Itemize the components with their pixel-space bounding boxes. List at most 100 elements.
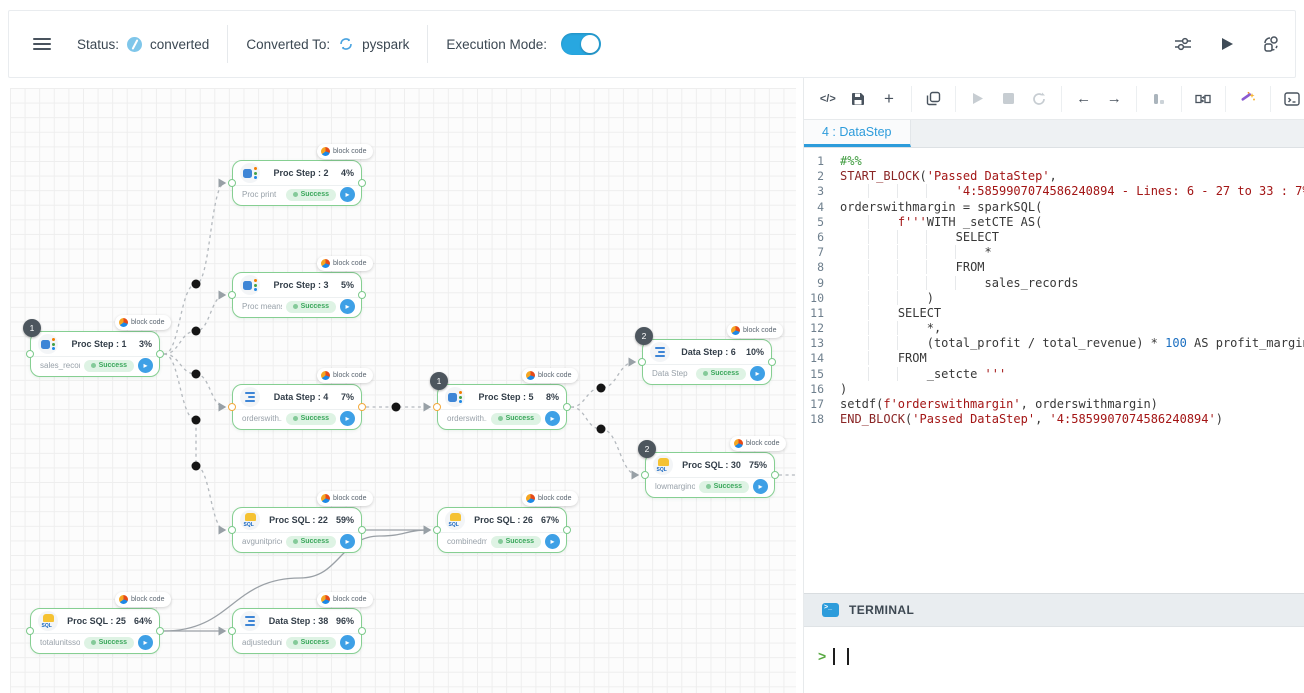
divider xyxy=(1061,86,1062,112)
edge xyxy=(571,407,638,475)
node-action-button[interactable]: ▸ xyxy=(138,358,153,373)
block-code-badge[interactable]: block code xyxy=(317,256,373,271)
node-port-left[interactable] xyxy=(228,291,236,299)
status-badge: Success xyxy=(84,637,134,649)
node-port-right[interactable] xyxy=(563,526,571,534)
graph-node[interactable]: block code Data Step : 6 10% Data Step S… xyxy=(642,339,772,385)
node-port-right[interactable] xyxy=(156,627,164,635)
node-port-right[interactable] xyxy=(156,350,164,358)
block-code-badge[interactable]: block code xyxy=(522,491,578,506)
node-port-right[interactable] xyxy=(563,403,571,411)
terminal-cursor xyxy=(847,648,849,665)
block-code-badge[interactable]: block code xyxy=(317,592,373,607)
execution-mode-toggle[interactable] xyxy=(561,33,601,55)
refresh-icon[interactable] xyxy=(1027,86,1051,112)
converted-to-value: pyspark xyxy=(362,37,409,52)
compare-icon[interactable] xyxy=(1191,86,1215,112)
node-port-right[interactable] xyxy=(358,291,366,299)
panel-icon[interactable] xyxy=(1280,86,1304,112)
graph-node[interactable]: block code Proc Step : 2 4% Proc print S… xyxy=(232,160,362,206)
node-port-right[interactable] xyxy=(358,179,366,187)
block-code-badge[interactable]: block code xyxy=(115,592,171,607)
block-code-badge[interactable]: block code xyxy=(317,491,373,506)
node-port-left[interactable] xyxy=(433,403,441,411)
forward-arrow-icon[interactable]: → xyxy=(1102,86,1126,112)
graph-node[interactable]: block code Data Step : 4 7% orderswith..… xyxy=(232,384,362,430)
status-badge: Success xyxy=(286,301,336,313)
node-type-icon xyxy=(240,387,260,407)
node-action-button[interactable]: ▸ xyxy=(545,411,560,426)
node-port-left[interactable] xyxy=(433,526,441,534)
node-action-button[interactable]: ▸ xyxy=(340,187,355,202)
node-port-left[interactable] xyxy=(228,627,236,635)
graph-node[interactable]: block code SQL Proc SQL : 22 59% avgunit… xyxy=(232,507,362,553)
node-port-right[interactable] xyxy=(358,403,366,411)
node-action-button[interactable]: ▸ xyxy=(750,366,765,381)
node-sublabel: orderswith... xyxy=(447,414,487,423)
node-port-left[interactable] xyxy=(638,358,646,366)
restore-layout-icon[interactable] xyxy=(1261,34,1281,54)
save-icon[interactable] xyxy=(847,86,871,112)
block-code-icon xyxy=(321,371,330,380)
node-port-left[interactable] xyxy=(228,403,236,411)
node-port-left[interactable] xyxy=(26,350,34,358)
block-code-label: block code xyxy=(746,440,779,447)
tab-datastep[interactable]: 4 : DataStep xyxy=(804,120,911,147)
node-port-right[interactable] xyxy=(771,471,779,479)
graph-node[interactable]: block code SQL Proc SQL : 25 64% totalun… xyxy=(30,608,160,654)
status-badge: Success xyxy=(84,360,134,372)
graph-node[interactable]: block code Proc Step : 1 3% sales_record… xyxy=(30,331,160,377)
divider xyxy=(427,25,428,63)
block-code-badge[interactable]: block code xyxy=(317,144,373,159)
copy-icon[interactable] xyxy=(922,86,946,112)
node-port-left[interactable] xyxy=(641,471,649,479)
terminal-input[interactable]: > xyxy=(804,628,1304,693)
graph-node[interactable]: block code SQL Proc SQL : 30 75% lowmarg… xyxy=(645,452,775,498)
code-line: 10 ) xyxy=(804,291,1304,306)
block-code-label: block code xyxy=(333,372,366,379)
node-port-left[interactable] xyxy=(228,179,236,187)
node-action-button[interactable]: ▸ xyxy=(340,299,355,314)
node-port-right[interactable] xyxy=(358,526,366,534)
node-action-button[interactable]: ▸ xyxy=(545,534,560,549)
terminal-header[interactable]: TERMINAL xyxy=(804,593,1304,627)
node-sublabel: avgunitprice... xyxy=(242,537,282,546)
settings-sliders-icon[interactable] xyxy=(1173,34,1193,54)
block-code-label: block code xyxy=(538,372,571,379)
block-code-badge[interactable]: block code xyxy=(115,315,171,330)
node-sublabel: Proc means xyxy=(242,302,282,311)
code-icon[interactable]: </> xyxy=(816,86,840,112)
node-action-button[interactable]: ▸ xyxy=(340,534,355,549)
pipeline-canvas[interactable]: block code Proc Step : 2 4% Proc print S… xyxy=(10,88,796,693)
node-port-right[interactable] xyxy=(768,358,776,366)
block-code-badge[interactable]: block code xyxy=(317,368,373,383)
node-port-left[interactable] xyxy=(228,526,236,534)
node-action-button[interactable]: ▸ xyxy=(753,479,768,494)
graph-node[interactable]: block code Proc Step : 5 8% orderswith..… xyxy=(437,384,567,430)
stop-icon[interactable] xyxy=(997,86,1021,112)
graph-node[interactable]: block code Data Step : 38 96% adjustedun… xyxy=(232,608,362,654)
block-code-badge[interactable]: block code xyxy=(730,436,786,451)
code-line: 4orderswithmargin = sparkSQL( xyxy=(804,200,1304,215)
node-port-right[interactable] xyxy=(358,627,366,635)
magic-wand-icon[interactable] xyxy=(1236,86,1260,112)
code-line: 12 *, xyxy=(804,321,1304,336)
code-editor[interactable]: 1#%%2START_BLOCK('Passed DataStep',3 '4:… xyxy=(804,149,1304,513)
node-percent: 4% xyxy=(341,168,354,178)
run-icon[interactable] xyxy=(1217,34,1237,54)
node-action-button[interactable]: ▸ xyxy=(340,635,355,650)
status-badge: Success xyxy=(491,413,541,425)
node-action-button[interactable]: ▸ xyxy=(138,635,153,650)
run-icon[interactable] xyxy=(966,86,990,112)
block-code-badge[interactable]: block code xyxy=(522,368,578,383)
converted-to-label: Converted To: xyxy=(246,37,330,52)
add-icon[interactable]: + xyxy=(877,86,901,112)
back-arrow-icon[interactable]: ← xyxy=(1072,86,1096,112)
node-action-button[interactable]: ▸ xyxy=(340,411,355,426)
graph-node[interactable]: block code Proc Step : 3 5% Proc means S… xyxy=(232,272,362,318)
node-port-left[interactable] xyxy=(26,627,34,635)
block-code-badge[interactable]: block code xyxy=(727,323,783,338)
chart-icon[interactable] xyxy=(1147,86,1171,112)
hamburger-menu-icon[interactable] xyxy=(33,38,51,50)
graph-node[interactable]: block code SQL Proc SQL : 26 67% combine… xyxy=(437,507,567,553)
